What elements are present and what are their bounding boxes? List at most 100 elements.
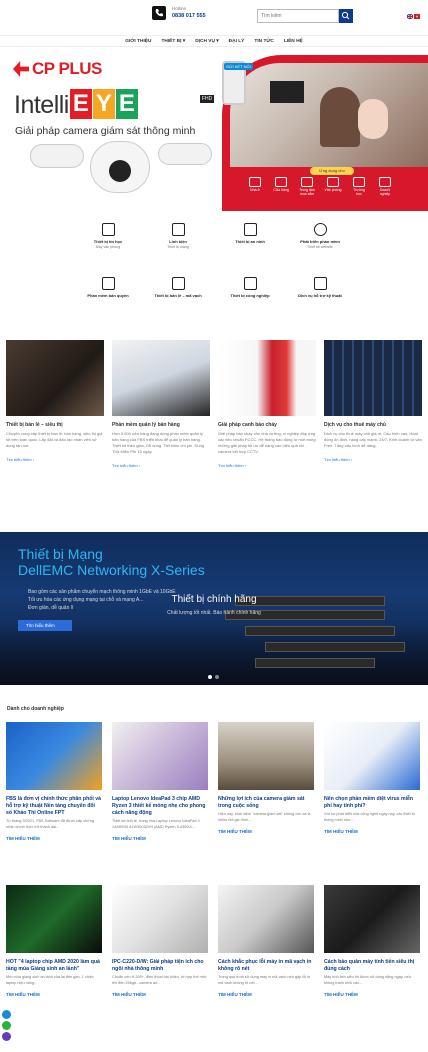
nav-dai-ly[interactable]: ĐẠI LÝ — [229, 39, 245, 44]
learn-more-link[interactable]: Tìm hiểu thêm › — [324, 457, 422, 462]
hotline-number[interactable]: 0838 017 555 — [172, 12, 206, 20]
service-item[interactable]: Thiết bị tin học Máy văn phòng — [68, 223, 148, 250]
computer-icon — [101, 223, 115, 236]
flag-uk-icon[interactable] — [407, 14, 413, 19]
app-button[interactable]: Ứng dụng cho — [310, 167, 354, 175]
post-image — [112, 722, 208, 790]
nav-tin-tuc[interactable]: TIN TỨC — [254, 39, 273, 44]
bullet-camera-image — [158, 143, 212, 165]
read-more-link[interactable]: TÌM HIỂU THÊM — [112, 836, 208, 841]
nav-gioi-thieu[interactable]: GIỚI THIỆU — [125, 39, 151, 44]
product-image — [112, 340, 210, 416]
service-item[interactable]: Phần mềm bản quyền — [68, 277, 148, 299]
blog-card[interactable]: Nên chọn phần mềm diệt virus miễn phí ha… — [324, 722, 420, 834]
banner-title: Thiết bị Mạng — [18, 546, 103, 562]
learn-more-link[interactable]: Tìm hiểu thêm › — [6, 457, 104, 462]
products-row: Thiết bị bán lẻ – siêu thị Chuyên cung cấ… — [0, 340, 428, 490]
component-icon — [171, 223, 185, 236]
school-icon: Trường học — [350, 177, 368, 196]
slider-dot — [215, 675, 219, 679]
post-image — [6, 885, 102, 953]
service-item[interactable]: Linh kiện Thiết bị mạng — [138, 223, 218, 250]
slider-dot — [208, 675, 212, 679]
read-more-link[interactable]: TÌM HIỂU THÊM — [324, 992, 420, 997]
hero-subtitle: Giải pháp camera giám sát thông minh — [15, 125, 196, 137]
phone-icon — [152, 6, 166, 20]
eye-letter: E — [115, 89, 138, 119]
barcode-printer-icon — [171, 277, 185, 290]
banner-button[interactable]: Tìm hiểu thêm — [18, 620, 72, 631]
banner-slider[interactable]: Thiết bị Mạng DellEMC Networking X-Serie… — [0, 532, 428, 685]
search-input[interactable] — [257, 9, 339, 23]
blog-card[interactable]: IPC-C220-D/W: Giải pháp tiện ích cho ngô… — [112, 885, 208, 997]
read-more-link[interactable]: TÌM HIỂU THÊM — [218, 829, 314, 834]
main-nav: GIỚI THIỆU THIẾT BỊ ▾ DỊCH VỤ ▾ ĐẠI LÝ T… — [0, 35, 428, 47]
services-grid: Thiết bị tin học Máy văn phòng Linh kiện T… — [0, 215, 428, 315]
language-switch — [407, 14, 420, 19]
dome-camera-image — [90, 141, 150, 193]
service-item[interactable]: Thiết bị công nghiệp — [210, 277, 290, 299]
product-image — [324, 340, 422, 416]
hero-badge: GỬI KẾT NỐI — [224, 63, 253, 70]
skype-icon[interactable] — [2, 1010, 11, 1019]
read-more-link[interactable]: TÌM HIỂU THÊM — [112, 992, 208, 997]
product-image — [218, 340, 316, 416]
slide-caption: Thiết bị chính hãng — [171, 594, 257, 605]
fhd-badge: FHD — [200, 95, 215, 103]
family-photo — [230, 63, 428, 167]
bullet-camera-image — [30, 144, 84, 168]
slider-dots[interactable] — [208, 675, 219, 679]
blog-card[interactable]: Cách bảo quản máy tính tiền siêu thị đún… — [324, 885, 420, 997]
hero-banner[interactable]: GỬI KẾT NỐI Ứng dụng cho Nhà ở Cửa hàng … — [0, 49, 428, 211]
enterprise-icon: Doanh nghiệp — [376, 177, 394, 196]
post-image — [218, 722, 314, 790]
office-icon: Văn phòng — [324, 177, 342, 196]
read-more-link[interactable]: TÌM HIỂU THÊM — [218, 992, 314, 997]
blog-card[interactable]: HOT "4 laptop chip AMD 2020 làm quá tầng… — [6, 885, 102, 997]
read-more-link[interactable]: TÌM HIỂU THÊM — [324, 829, 420, 834]
nav-dich-vu[interactable]: DỊCH VỤ ▾ — [195, 39, 218, 44]
switch-image — [225, 596, 425, 676]
whatsapp-icon[interactable] — [2, 1021, 11, 1030]
intellieye-logo: Intelli E Y E — [14, 89, 138, 119]
security-icon — [243, 223, 257, 236]
read-more-link[interactable]: TÌM HIỂU THÊM — [6, 836, 102, 841]
slide-subcaption: Chất lượng tốt nhất. Bảo hành chính hãng — [167, 610, 261, 616]
nav-thiet-bi[interactable]: THIẾT BỊ ▾ — [161, 39, 185, 44]
blog-card[interactable]: Những lợi ích của camera giám sát trong … — [218, 722, 314, 834]
product-card[interactable]: Thiết bị bán lẻ – siêu thị Chuyên cung cấ… — [6, 340, 104, 462]
software-icon — [313, 223, 327, 236]
hero-icon-row: Nhà ở Cửa hàng Trung tâm mua sắm Văn phò… — [246, 177, 394, 196]
product-card[interactable]: Giải pháp canh báo cháy Giải pháp báo chá… — [218, 340, 316, 468]
section-heading: Dành cho doanh nghiệp — [7, 706, 64, 712]
eye-letter: E — [69, 89, 92, 119]
service-item[interactable]: Thiết bị bán lẻ – mã vạch — [138, 277, 218, 299]
read-more-link[interactable]: TÌM HIỂU THÊM — [6, 992, 102, 997]
eye-letter: Y — [92, 89, 115, 119]
blog-card[interactable]: Laptop Lenovo IdeaPad 3 chip AMD Ryzen 3… — [112, 722, 208, 841]
hotline[interactable]: Hotline 0838 017 555 — [152, 6, 206, 20]
support-icon — [313, 277, 327, 290]
search-button[interactable] — [339, 9, 353, 23]
cp-plus-logo: CP PLUS — [13, 59, 102, 79]
blog-card[interactable]: FBS là đơn vị chính thức phân phối và hỗ… — [6, 722, 102, 841]
checkmark-icon — [243, 277, 257, 290]
learn-more-link[interactable]: Tìm hiểu thêm › — [218, 463, 316, 468]
viber-icon[interactable] — [2, 1032, 11, 1041]
nav-lien-he[interactable]: LIÊN HỆ — [284, 39, 303, 44]
blog-card[interactable]: Cách khắc phục lỗi máy in mã vạch in khô… — [218, 885, 314, 997]
product-card[interactable]: Dịch vụ cho thuê máy chủ Dịch vụ cho thuê… — [324, 340, 422, 462]
flag-vn-icon[interactable] — [414, 14, 420, 19]
shop-icon: Cửa hàng — [272, 177, 290, 196]
product-card[interactable]: Phần mềm quản lý bán hàng Hơn 5.000 cửa h… — [112, 340, 210, 468]
site-header: Hotline 0838 017 555 — [0, 0, 428, 34]
service-item[interactable]: Phát triển phần mềm Thiết kế website — [280, 223, 360, 250]
home-icon: Nhà ở — [246, 177, 264, 196]
learn-more-link[interactable]: Tìm hiểu thêm › — [112, 463, 210, 468]
service-item[interactable]: Thiết bị an ninh — [210, 223, 290, 245]
product-image — [6, 340, 104, 416]
floating-contacts — [2, 1010, 11, 1041]
service-item[interactable]: Dịch vụ hỗ trợ kỹ thuật — [280, 277, 360, 299]
banner-title: DellEMC Networking X-Series — [18, 562, 205, 578]
post-image — [112, 885, 208, 953]
